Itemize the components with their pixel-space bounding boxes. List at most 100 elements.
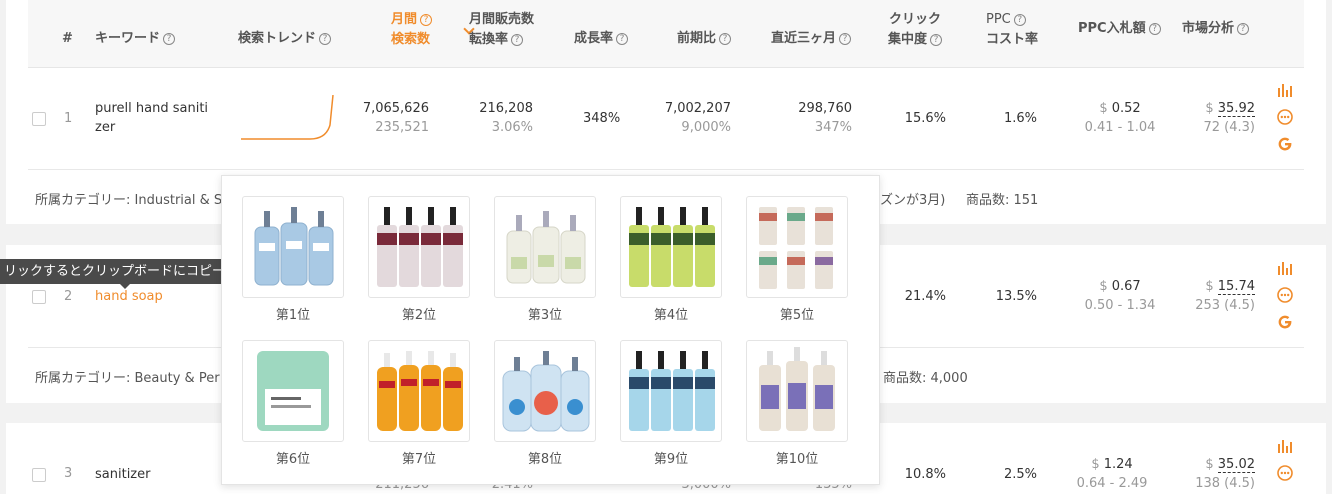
google-icon[interactable] xyxy=(1277,136,1293,152)
category-line: 所属カテゴリー: Beauty & Per xyxy=(35,371,220,386)
product-item[interactable]: 第10位 xyxy=(746,340,848,467)
header-market[interactable]: 市場分析? xyxy=(1182,19,1250,39)
product-item[interactable]: 第6位 xyxy=(242,340,344,467)
help-icon[interactable]: ? xyxy=(511,34,524,46)
trend-sparkline[interactable] xyxy=(240,95,336,141)
google-icon[interactable] xyxy=(1277,314,1293,330)
currency: $ xyxy=(1099,101,1108,116)
soap-bottles-image xyxy=(377,351,463,431)
monthly-searches-cell: 7,065,626 235,521 xyxy=(335,99,429,137)
product-item[interactable]: 第2位 xyxy=(368,196,470,323)
help-icon[interactable]: ? xyxy=(420,14,433,26)
soap-refill-image xyxy=(257,351,329,431)
rank-label: 第2位 xyxy=(401,308,437,323)
top-products-popup: 第1位 第2位 第3位 第4位 第5位 第6位 第7位 第8位 第9位 第10位 xyxy=(221,175,880,485)
product-image[interactable] xyxy=(494,196,596,298)
help-icon[interactable]: ? xyxy=(930,34,943,46)
product-image[interactable] xyxy=(746,340,848,442)
bid-cell: $ 0.52 0.41 - 1.04 xyxy=(1075,99,1165,137)
sales-value: 216,208 xyxy=(479,101,533,116)
row-checkbox[interactable] xyxy=(32,290,46,304)
keyword-link[interactable]: sanitizer xyxy=(95,465,150,484)
market-price[interactable]: 35.92 xyxy=(1217,101,1255,117)
rank-label: 第8位 xyxy=(527,452,563,467)
product-item[interactable]: 第8位 xyxy=(494,340,596,467)
bar-chart-icon[interactable] xyxy=(1277,82,1293,98)
market-cell[interactable]: $ 35.92 72 (4.3) xyxy=(1170,99,1255,137)
product-item[interactable]: 第4位 xyxy=(620,196,722,323)
header-conversion[interactable]: 月間販売数 転換率? xyxy=(469,10,534,50)
product-image[interactable] xyxy=(746,196,848,298)
bar-chart-icon[interactable] xyxy=(1277,438,1293,454)
header-monthly-searches[interactable]: 月間? 検索数 xyxy=(391,10,433,50)
market-price[interactable]: 35.02 xyxy=(1217,457,1255,473)
product-image[interactable] xyxy=(368,340,470,442)
bid-cell: $ 1.24 0.64 - 2.49 xyxy=(1067,455,1157,493)
header-monthly-label: 月間 xyxy=(391,12,418,27)
row-index: 3 xyxy=(64,466,73,481)
monthly-value: 7,065,626 xyxy=(362,101,429,116)
prev-sub: 9,000% xyxy=(681,120,731,135)
bid-value: 0.52 xyxy=(1111,101,1141,116)
keyword-link[interactable]: hand soap xyxy=(95,287,163,306)
help-icon[interactable]: ? xyxy=(616,33,629,45)
help-icon[interactable]: ? xyxy=(1148,23,1161,35)
currency: $ xyxy=(1099,279,1108,294)
product-item[interactable]: 第3位 xyxy=(494,196,596,323)
more-icon[interactable] xyxy=(1277,287,1293,303)
header-bid-label: PPC入札額 xyxy=(1078,21,1146,36)
header-ppc-rate[interactable]: PPC? コスト率 xyxy=(986,10,1038,50)
keyword-text: purell hand saniti xyxy=(95,101,209,116)
help-icon[interactable]: ? xyxy=(319,33,332,45)
recent-sub: 347% xyxy=(814,120,852,135)
market-cell[interactable]: $ 15.74 253 (4.5) xyxy=(1170,277,1255,315)
recent-cell: 298,760 347% xyxy=(760,99,852,137)
header-trend-label: 検索トレンド xyxy=(238,31,317,46)
row-checkbox[interactable] xyxy=(32,468,46,482)
product-image[interactable] xyxy=(620,340,722,442)
header-click[interactable]: クリック 集中度? xyxy=(888,10,943,50)
header-trend[interactable]: 検索トレンド? xyxy=(238,29,332,49)
more-icon[interactable] xyxy=(1277,109,1293,125)
currency: $ xyxy=(1091,457,1100,472)
product-image[interactable] xyxy=(242,196,344,298)
product-item[interactable]: 第7位 xyxy=(368,340,470,467)
product-image[interactable] xyxy=(368,196,470,298)
header-recent[interactable]: 直近三ヶ月? xyxy=(771,29,852,49)
soap-bottles-image xyxy=(759,207,833,289)
help-icon[interactable]: ? xyxy=(1013,14,1026,26)
currency: $ xyxy=(1205,101,1214,116)
product-item[interactable]: 第5位 xyxy=(746,196,848,323)
product-item[interactable]: 第1位 xyxy=(242,196,344,323)
product-image[interactable] xyxy=(494,340,596,442)
ppc-rate-cell: 2.5% xyxy=(1003,467,1037,482)
monthly-sub: 235,521 xyxy=(375,120,429,135)
header-bid[interactable]: PPC入札額? xyxy=(1078,19,1161,39)
help-icon[interactable]: ? xyxy=(1237,23,1250,35)
category-tail: ズンが3月) xyxy=(880,193,946,208)
header-prev[interactable]: 前期比? xyxy=(677,29,732,49)
help-icon[interactable]: ? xyxy=(839,33,852,45)
product-image[interactable] xyxy=(242,340,344,442)
prev-cell: 7,002,207 9,000% xyxy=(640,99,731,137)
soap-bottles-image xyxy=(254,207,334,286)
header-recent-label: 直近三ヶ月 xyxy=(771,31,837,46)
market-cell[interactable]: $ 35.02 138 (4.5) xyxy=(1170,455,1255,493)
header-market-label: 市場分析 xyxy=(1182,21,1235,36)
product-image[interactable] xyxy=(620,196,722,298)
header-growth[interactable]: 成長率? xyxy=(574,29,629,49)
prev-value: 7,002,207 xyxy=(664,101,731,116)
header-keyword[interactable]: キーワード? xyxy=(95,29,176,49)
bar-chart-icon[interactable] xyxy=(1277,260,1293,276)
more-icon[interactable] xyxy=(1277,465,1293,481)
currency: $ xyxy=(1205,457,1214,472)
click-cell: 15.6% xyxy=(904,111,946,126)
sales-cell: 216,208 3.06% xyxy=(440,99,533,137)
help-icon[interactable]: ? xyxy=(163,33,176,45)
keyword-link[interactable]: purell hand saniti zer xyxy=(95,99,208,137)
market-price[interactable]: 15.74 xyxy=(1217,279,1255,295)
row-checkbox[interactable] xyxy=(32,112,46,126)
header-ppc-label: PPC xyxy=(986,12,1011,27)
help-icon[interactable]: ? xyxy=(719,33,732,45)
product-item[interactable]: 第9位 xyxy=(620,340,722,467)
